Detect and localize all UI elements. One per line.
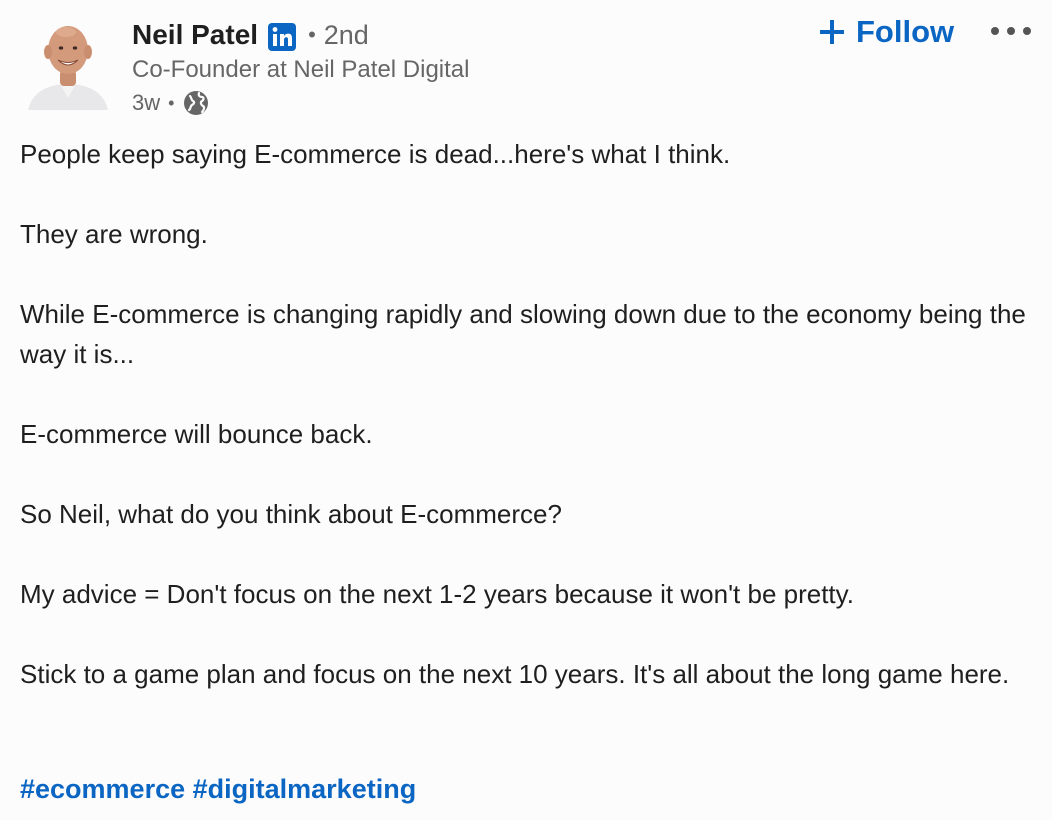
- post-timestamp[interactable]: 3w: [132, 90, 160, 116]
- meta-separator: •: [168, 92, 175, 113]
- author-name-row: Neil Patel • 2nd: [132, 16, 369, 54]
- globe-icon: [182, 89, 210, 117]
- post-paragraph: People keep saying E-commerce is dead...…: [20, 139, 731, 169]
- post-paragraph: While E-commerce is changing rapidly and…: [20, 299, 1026, 369]
- author-name[interactable]: Neil Patel: [132, 19, 258, 51]
- follow-button[interactable]: Follow: [818, 10, 954, 54]
- author-avatar[interactable]: [26, 14, 110, 110]
- follow-label: Follow: [856, 14, 955, 49]
- post-meta: 3w •: [132, 88, 210, 118]
- post-paragraph: E-commerce will bounce back.: [20, 419, 373, 449]
- post-hashtags: #ecommerce #digitalmarketing: [20, 774, 416, 805]
- more-options-button[interactable]: [986, 16, 1036, 46]
- post-paragraph: Stick to a game plan and focus on the ne…: [20, 659, 1010, 689]
- author-headline: Co-Founder at Neil Patel Digital: [132, 56, 470, 83]
- plus-icon: [818, 18, 846, 46]
- post-body: People keep saying E-commerce is dead...…: [20, 134, 1030, 734]
- post-paragraph: So Neil, what do you think about E-comme…: [20, 499, 562, 529]
- author-photo: [28, 26, 108, 110]
- hashtag-link[interactable]: #ecommerce: [20, 774, 185, 804]
- connection-degree: 2nd: [323, 19, 369, 50]
- post-paragraph: My advice = Don't focus on the next 1-2 …: [20, 579, 854, 609]
- connection-separator: •: [308, 22, 316, 47]
- linkedin-icon: [268, 23, 297, 51]
- more-options-icon: [991, 27, 1031, 35]
- hashtag-link[interactable]: #digitalmarketing: [193, 774, 417, 804]
- post-paragraph: They are wrong.: [20, 219, 208, 249]
- feed-post: Neil Patel • 2nd Co-Founder at Neil Pate…: [0, 0, 1052, 820]
